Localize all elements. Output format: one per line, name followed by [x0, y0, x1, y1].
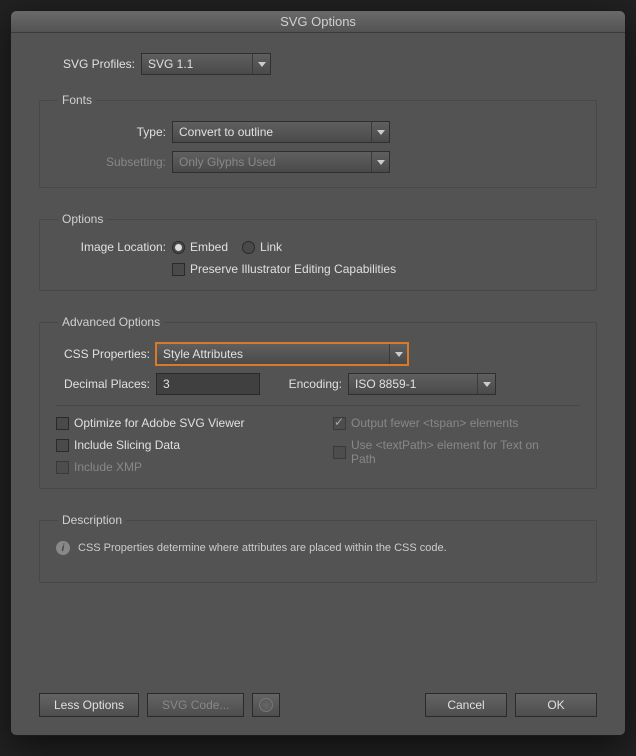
encoding-select[interactable]: ISO 8859-1: [348, 373, 496, 395]
encoding-value: ISO 8859-1: [355, 377, 416, 391]
slicing-checkbox-input[interactable]: [56, 439, 69, 452]
link-radio-input[interactable]: [242, 241, 255, 254]
css-properties-value: Style Attributes: [163, 347, 243, 361]
globe-icon: [259, 698, 273, 712]
font-type-select[interactable]: Convert to outline: [172, 121, 390, 143]
embed-radio[interactable]: Embed: [172, 240, 228, 254]
chevron-down-icon: [477, 374, 495, 394]
description-group: Description i CSS Properties determine w…: [39, 513, 597, 583]
image-location-label: Image Location:: [56, 240, 172, 254]
preview-web-button: [252, 693, 280, 717]
svg-code-button: SVG Code...: [147, 693, 244, 717]
svg-profiles-value: SVG 1.1: [148, 57, 193, 71]
svg-profiles-label: SVG Profiles:: [39, 57, 141, 71]
cancel-button[interactable]: Cancel: [425, 693, 507, 717]
description-text: CSS Properties determine where attribute…: [78, 542, 447, 554]
subsetting-label: Subsetting:: [56, 155, 172, 169]
xmp-checkbox: Include XMP: [56, 460, 142, 474]
link-radio-label: Link: [260, 240, 282, 254]
optimize-checkbox[interactable]: Optimize for Adobe SVG Viewer: [56, 416, 245, 430]
chevron-down-icon: [371, 122, 389, 142]
preserve-checkbox-input[interactable]: [172, 263, 185, 276]
textpath-checkbox-input: [333, 446, 346, 459]
svg-options-dialog: SVG Options SVG Profiles: SVG 1.1 Fonts …: [10, 10, 626, 736]
subsetting-value: Only Glyphs Used: [179, 155, 276, 169]
decimal-places-input[interactable]: [156, 373, 260, 395]
subsetting-select: Only Glyphs Used: [172, 151, 390, 173]
window-title: SVG Options: [280, 14, 356, 29]
svg-profiles-select[interactable]: SVG 1.1: [141, 53, 271, 75]
ok-button[interactable]: OK: [515, 693, 597, 717]
less-options-button[interactable]: Less Options: [39, 693, 139, 717]
fonts-legend: Fonts: [58, 93, 96, 107]
slicing-checkbox-label: Include Slicing Data: [74, 438, 180, 452]
chevron-down-icon: [252, 54, 270, 74]
description-legend: Description: [58, 513, 126, 527]
divider: [56, 405, 580, 406]
preserve-checkbox-label: Preserve Illustrator Editing Capabilitie…: [190, 262, 396, 276]
slicing-checkbox[interactable]: Include Slicing Data: [56, 438, 180, 452]
chevron-down-icon: [389, 344, 407, 364]
decimal-places-label: Decimal Places:: [56, 377, 156, 391]
font-type-label: Type:: [56, 125, 172, 139]
css-properties-select[interactable]: Style Attributes: [156, 343, 408, 365]
options-group: Options Image Location: Embed Link Prese…: [39, 212, 597, 291]
font-type-value: Convert to outline: [179, 125, 273, 139]
optimize-checkbox-label: Optimize for Adobe SVG Viewer: [74, 416, 245, 430]
options-legend: Options: [58, 212, 107, 226]
output-fewer-checkbox-input: [333, 417, 346, 430]
advanced-options-group: Advanced Options CSS Properties: Style A…: [39, 315, 597, 489]
embed-radio-label: Embed: [190, 240, 228, 254]
output-fewer-checkbox: Output fewer <tspan> elements: [333, 416, 518, 430]
title-bar: SVG Options: [11, 11, 625, 33]
advanced-legend: Advanced Options: [58, 315, 164, 329]
info-icon: i: [56, 541, 70, 555]
xmp-checkbox-label: Include XMP: [74, 460, 142, 474]
css-properties-label: CSS Properties:: [56, 347, 156, 361]
xmp-checkbox-input: [56, 461, 69, 474]
fonts-group: Fonts Type: Convert to outline Subsettin…: [39, 93, 597, 188]
preserve-checkbox[interactable]: Preserve Illustrator Editing Capabilitie…: [172, 262, 396, 276]
dialog-content: SVG Profiles: SVG 1.1 Fonts Type: Conver…: [11, 33, 625, 735]
chevron-down-icon: [371, 152, 389, 172]
encoding-label: Encoding:: [270, 377, 348, 391]
textpath-checkbox: Use <textPath> element for Text on Path: [333, 438, 566, 466]
textpath-checkbox-label: Use <textPath> element for Text on Path: [351, 438, 566, 466]
output-fewer-checkbox-label: Output fewer <tspan> elements: [351, 416, 518, 430]
link-radio[interactable]: Link: [242, 240, 282, 254]
optimize-checkbox-input[interactable]: [56, 417, 69, 430]
embed-radio-input[interactable]: [172, 241, 185, 254]
dialog-footer: Less Options SVG Code... Cancel OK: [39, 673, 597, 717]
